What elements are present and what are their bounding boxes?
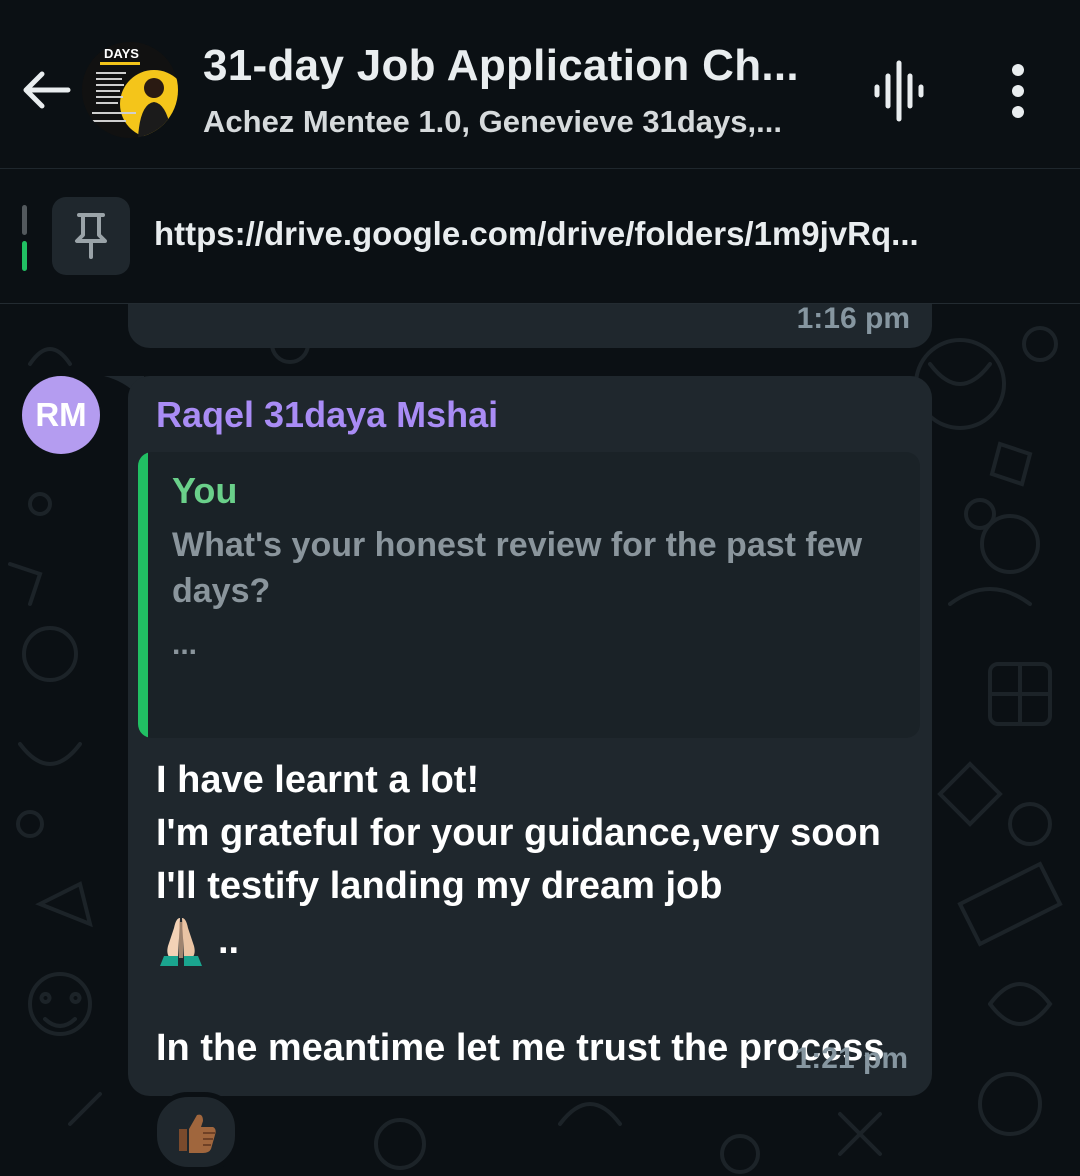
message-trailing-dots: .. [218, 919, 240, 962]
quote-ellipsis: ... [172, 628, 198, 661]
audio-waveform-icon [874, 60, 924, 122]
more-vertical-icon [1012, 64, 1024, 118]
pinned-message-bar[interactable]: https://drive.google.com/drive/folders/1… [0, 169, 1080, 304]
thumbs-up-emoji-icon [179, 1114, 216, 1153]
group-avatar[interactable]: DAYS [82, 42, 178, 138]
pin-position-indicator [22, 205, 27, 271]
sender-name[interactable]: Raqel 31daya Mshai [156, 394, 498, 436]
previous-message-bubble[interactable]: 1:16 pm [128, 304, 932, 348]
message-bubble[interactable]: Raqel 31daya Mshai You What's your hones… [128, 376, 932, 1096]
message-timestamp: 1:16 pm [796, 304, 910, 335]
sender-avatar[interactable]: RM [22, 376, 100, 454]
message-timestamp: 1:21 pm [794, 1042, 908, 1075]
svg-text:DAYS: DAYS [104, 46, 139, 61]
chat-participants: Achez Mentee 1.0, Genevieve 31days,... [203, 104, 782, 139]
message-line: I have learnt a lot! [156, 759, 480, 801]
quoted-message[interactable]: You What's your honest review for the pa… [138, 452, 920, 738]
pin-icon-box[interactable] [52, 197, 130, 275]
arrow-left-icon [23, 71, 71, 109]
chat-header: DAYS 31-day Job Application Ch... Achez … [0, 0, 1080, 169]
quote-author: You [172, 470, 238, 511]
quote-text: What's your honest review for the past f… [172, 526, 863, 610]
reaction-chip[interactable] [152, 1092, 240, 1172]
more-options-button[interactable] [996, 60, 1040, 124]
chat-title-area[interactable]: 31-day Job Application Ch... Achez Mente… [203, 40, 833, 142]
pin-icon [75, 213, 107, 259]
chat-title: 31-day Job Application Ch... [203, 41, 799, 90]
pinned-message-text: https://drive.google.com/drive/folders/1… [154, 215, 919, 252]
message-line: .. [156, 913, 916, 969]
message-text: I have learnt a lot! I'm grateful for yo… [156, 754, 916, 1075]
voice-chat-button[interactable] [866, 58, 932, 124]
quote-accent-bar [138, 452, 148, 738]
folded-hands-emoji-icon [160, 918, 202, 966]
message-line: I'm grateful for your guidance,very soon… [156, 812, 881, 907]
chat-area[interactable]: 1:16 pm RM Raqel 31daya Mshai You What's… [0, 304, 1080, 1176]
back-button[interactable] [18, 62, 74, 118]
